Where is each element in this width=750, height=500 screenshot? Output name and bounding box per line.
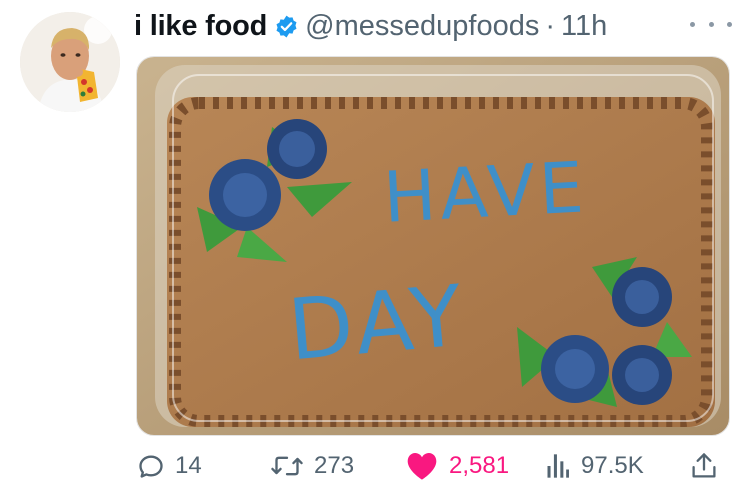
- views-button[interactable]: 97.5K: [545, 446, 644, 486]
- reply-count: 14: [175, 452, 202, 479]
- separator-dot: ·: [545, 9, 556, 42]
- tweet-header: i like food @messedupfoods · 11h: [134, 8, 607, 44]
- cake-text-have: HAVE: [381, 146, 589, 239]
- share-button[interactable]: [690, 446, 718, 486]
- retweet-icon: [271, 456, 303, 476]
- views-icon: [547, 454, 569, 478]
- more-icon[interactable]: [690, 14, 732, 34]
- cake-text-day: DAY: [284, 266, 469, 379]
- tweet-media[interactable]: HAVE DAY: [136, 56, 730, 436]
- avatar[interactable]: [20, 12, 120, 112]
- reply-button[interactable]: 14: [137, 446, 202, 486]
- cake-photo: HAVE DAY: [137, 57, 729, 435]
- like-button[interactable]: 2,581: [405, 446, 509, 486]
- avatar-image: [20, 12, 120, 112]
- share-icon: [692, 453, 716, 478]
- display-name[interactable]: i like food: [134, 10, 267, 43]
- action-bar: 14 273 2,581 97.5K: [0, 446, 750, 486]
- verified-badge-icon: [276, 15, 297, 37]
- views-count: 97.5K: [581, 452, 644, 479]
- retweet-button[interactable]: 273: [270, 446, 354, 486]
- like-icon: [407, 453, 437, 480]
- like-count: 2,581: [449, 452, 510, 479]
- timestamp[interactable]: 11h: [561, 10, 607, 43]
- reply-icon: [139, 455, 163, 478]
- handle[interactable]: @messedupfoods: [305, 10, 539, 43]
- retweet-count: 273: [314, 452, 355, 479]
